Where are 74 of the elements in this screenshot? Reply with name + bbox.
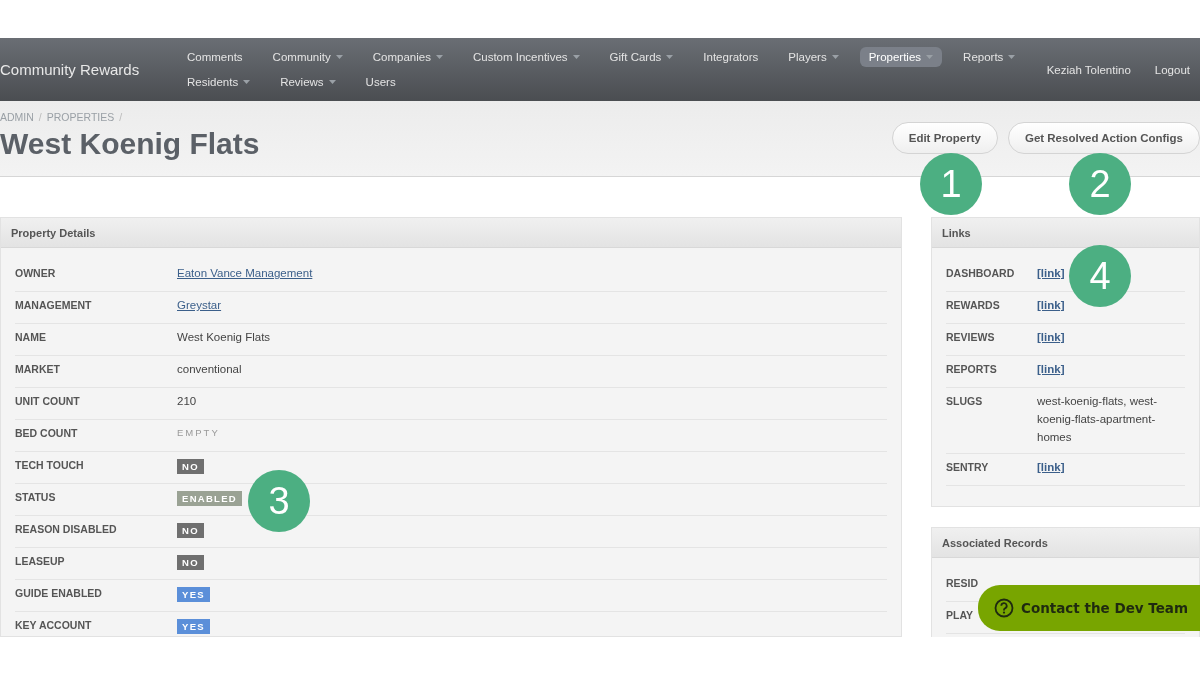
field-label: DASHBOARD xyxy=(946,267,1016,279)
panel-title: Links xyxy=(932,218,1199,248)
status-badge: NO xyxy=(177,523,204,538)
value-link[interactable]: [link] xyxy=(1037,363,1065,375)
help-icon xyxy=(994,598,1014,618)
nav-item[interactable]: Integrators xyxy=(694,47,768,67)
caret-icon xyxy=(328,80,336,84)
action-button[interactable]: Edit Property xyxy=(891,122,998,154)
field-label: SENTRY xyxy=(946,461,990,473)
value-link[interactable]: Eaton Vance Management xyxy=(177,267,313,279)
field-label: REWARDS xyxy=(946,299,1001,311)
field-label: STATUS xyxy=(15,491,57,503)
nav-item[interactable]: Players xyxy=(779,47,848,67)
field-label: REPORTS xyxy=(946,363,998,375)
step-marker: 2 xyxy=(1069,153,1131,215)
field-label: TECH TOUCH xyxy=(15,459,85,471)
value-link[interactable]: [link] xyxy=(1037,299,1065,311)
field-label: REASON DISABLED xyxy=(15,523,118,535)
field-label: PLAY xyxy=(946,609,974,621)
nav-item[interactable]: Custom Incentives xyxy=(463,47,589,67)
field-label: MARKET xyxy=(15,363,61,375)
caret-icon xyxy=(926,55,934,59)
page-title: West Koenig Flats xyxy=(0,127,260,161)
field-label: SLUGS xyxy=(946,395,984,407)
panel-title: Property Details xyxy=(1,218,901,248)
nav-item[interactable]: Companies xyxy=(363,47,452,67)
action-button[interactable]: Get Resolved Action Configs xyxy=(1007,122,1200,154)
nav-item[interactable]: Gift Cards xyxy=(600,47,683,67)
field-label: KEY ACCOUNT xyxy=(15,619,93,631)
caret-icon xyxy=(435,55,443,59)
step-marker: 1 xyxy=(920,153,982,215)
value-link[interactable]: Greystar xyxy=(177,299,222,311)
value-text: 210 xyxy=(177,395,197,407)
value-text: West Koenig Flats xyxy=(177,331,271,343)
field-label: RESID xyxy=(946,577,979,589)
value-link[interactable]: [link] xyxy=(1037,461,1065,473)
value-text: conventional xyxy=(177,363,242,375)
caret-icon xyxy=(335,55,343,59)
brand-title[interactable]: Community Rewards xyxy=(0,61,178,78)
caret-icon xyxy=(666,55,674,59)
contact-button[interactable]: Contact the Dev Team xyxy=(978,585,1200,631)
field-label: LEASEUP xyxy=(15,555,66,567)
panel-title: Associated Records xyxy=(932,528,1199,558)
empty-value: EMPTY xyxy=(177,427,220,438)
field-label: NAME xyxy=(15,331,47,343)
field-label: REVIEWS xyxy=(946,331,996,343)
value-link[interactable]: [link] xyxy=(1037,267,1065,279)
caret-icon xyxy=(1008,55,1016,59)
caret-icon xyxy=(243,80,251,84)
field-label: GUIDE ENABLED xyxy=(15,587,103,599)
logout-link[interactable]: Logout xyxy=(1154,63,1190,76)
caret-icon xyxy=(831,55,839,59)
field-label: UNIT COUNT xyxy=(15,395,81,407)
caret-icon xyxy=(572,55,580,59)
status-badge: NO xyxy=(177,555,204,570)
field-label: BED COUNT xyxy=(15,427,79,439)
breadcrumb-separator: / xyxy=(119,111,123,123)
nav-item[interactable]: Reviews xyxy=(271,72,345,92)
status-badge: NO xyxy=(177,459,204,474)
status-badge: YES xyxy=(177,587,210,602)
user-name[interactable]: Keziah Tolentino xyxy=(1046,63,1131,76)
nav-item[interactable]: Properties xyxy=(859,47,943,67)
nav-item[interactable]: Community xyxy=(263,47,352,67)
status-badge: ENABLED xyxy=(177,491,243,506)
field-label: MANAGEMENT xyxy=(15,299,93,311)
nav-item[interactable]: Residents xyxy=(178,72,260,92)
breadcrumb-separator: / xyxy=(38,111,42,123)
nav-item[interactable]: Reports xyxy=(954,47,1025,67)
field-label: OWNER xyxy=(15,267,57,279)
nav-item[interactable]: Users xyxy=(356,72,405,92)
value-text: west-koenig-flats, west-koenig-flats-apartment-homes xyxy=(1037,394,1159,445)
value-link[interactable]: [link] xyxy=(1037,331,1065,343)
status-badge: YES xyxy=(177,619,210,634)
nav-item[interactable]: Comments xyxy=(178,47,252,67)
